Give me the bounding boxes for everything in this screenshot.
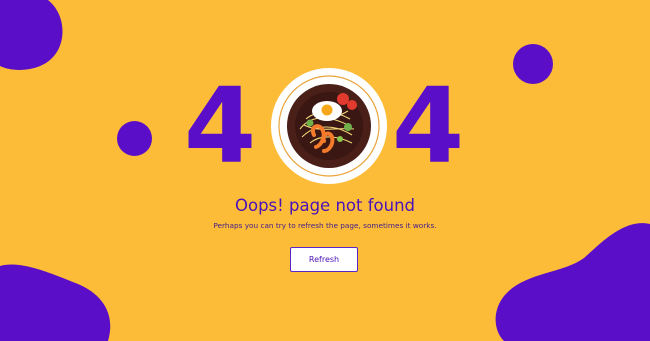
error-code-digit-right: 4 <box>391 65 465 187</box>
error-code-digit-left: 4 <box>183 65 257 187</box>
error-message: Perhaps you can try to refresh the page,… <box>213 221 437 230</box>
refresh-button[interactable]: Refresh <box>290 247 358 272</box>
page-title: Oops! page not found <box>234 196 416 215</box>
spaghetti-plate-icon <box>271 68 387 184</box>
bottom-right-blob <box>495 223 650 341</box>
bottom-left-blob <box>0 264 111 341</box>
top-left-blob <box>0 0 63 70</box>
